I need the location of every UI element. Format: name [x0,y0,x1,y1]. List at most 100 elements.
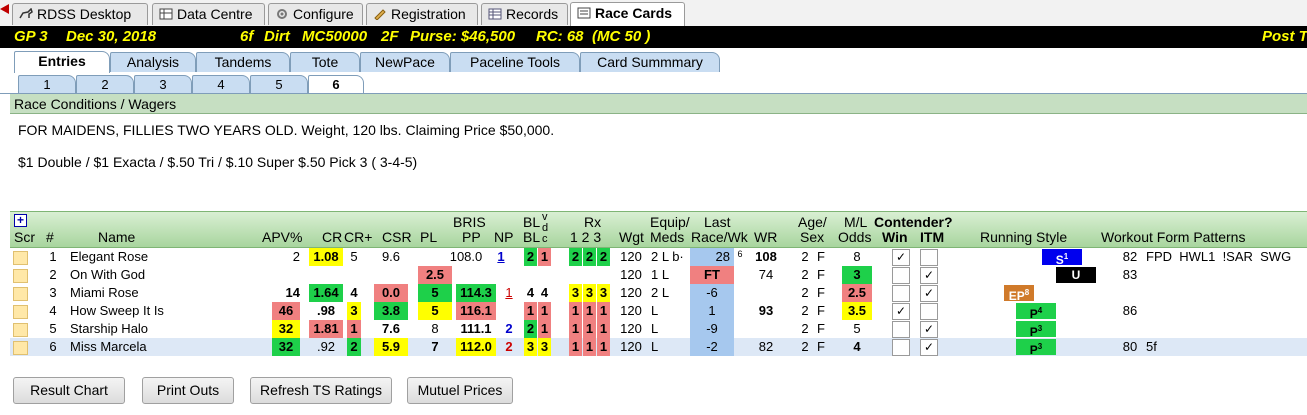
age: 2 [801,267,809,282]
cr: 1.81 [309,320,343,338]
apv: 14 [285,285,300,300]
col-np: NP [494,229,514,245]
win-checkbox[interactable] [892,321,910,338]
horse-name[interactable]: Miss Marcela [70,338,147,356]
post-number: 6 [49,339,57,354]
bl-2: 1 [538,248,551,266]
rx-2: 3 [583,284,596,302]
pl: 2.5 [418,266,452,284]
result-chart-button[interactable]: Result Chart [13,377,125,404]
csr: 9.6 [381,249,401,264]
itm-checkbox[interactable]: ✓ [920,321,938,338]
tab-records[interactable]: Records [481,3,568,25]
itm-checkbox[interactable]: ✓ [920,285,938,302]
table-row[interactable]: 4 How Sweep It Is 46 .98 3 3.8 5 116.1 1… [10,302,1307,321]
scratch-checkbox[interactable] [13,287,28,301]
wr: 108 [755,249,777,264]
tab-race-cards[interactable]: Race Cards [570,2,685,26]
itm-checkbox[interactable] [920,303,938,320]
tab-race-1[interactable]: 1 [18,75,76,93]
tab-tote[interactable]: Tote [290,52,360,72]
running-style-badge: S1 [1042,249,1082,267]
col-age: Age/ [798,214,827,230]
np[interactable]: 1 [502,284,516,302]
win-checkbox[interactable]: ✓ [892,249,910,266]
tab-rdss-desktop[interactable]: RDSS Desktop [12,3,148,25]
scratch-checkbox[interactable] [13,251,28,265]
cr: 1.64 [309,284,343,302]
ml-odds: 2.5 [842,284,872,302]
race-age-sex: 2F [381,28,399,45]
itm-checkbox[interactable] [920,249,938,266]
sex: F [817,321,825,336]
entries-grid-header: Scr # Name APV% CR CR+ CSR PL BRIS PP NP… [10,211,1307,248]
win-checkbox[interactable] [892,285,910,302]
tab-analysis[interactable]: Analysis [110,52,196,72]
tab-newpace[interactable]: NewPace [360,52,450,72]
col-scr: Scr [14,229,35,245]
crplus: 1 [347,320,361,338]
add-column-button[interactable]: + [14,214,27,227]
table-row[interactable]: 6 Miss Marcela 32 .92 2 5.9 7 112.0 2 3 … [10,338,1307,357]
itm-checkbox[interactable]: ✓ [920,339,938,356]
tab-card-summary[interactable]: Card Summmary [580,52,720,72]
running-style-badge: EP8 [1004,285,1034,303]
np: 2 [505,321,513,336]
np[interactable]: 1 [494,248,508,266]
col-apv: APV% [262,229,303,245]
race-purse: Purse: $46,500 [410,28,516,45]
csr: 0.0 [374,284,408,302]
crplus: 2 [347,338,361,356]
conditions-header: Race Conditions / Wagers [10,94,1307,114]
win-checkbox[interactable]: ✓ [892,303,910,320]
print-outs-button[interactable]: Print Outs [142,377,234,404]
win-checkbox[interactable] [892,339,910,356]
np: 2 [505,339,513,354]
tab-registration[interactable]: Registration [366,3,478,25]
tab-paceline-tools[interactable]: Paceline Tools [450,52,580,72]
tab-race-4[interactable]: 4 [192,75,250,93]
apv: 32 [272,338,300,356]
tab-race-6[interactable]: 6 [308,75,364,93]
rx-3: 1 [597,338,610,356]
horse-name[interactable]: Elegant Rose [70,248,148,266]
workout-figure: 80 [1122,339,1138,354]
horse-name[interactable]: Miami Rose [70,284,139,302]
refresh-ts-ratings-button[interactable]: Refresh TS Ratings [250,377,392,404]
scratch-checkbox[interactable] [13,323,28,337]
horse-name[interactable]: How Sweep It Is [70,302,164,320]
tab-configure[interactable]: Configure [268,3,363,25]
tab-tandems[interactable]: Tandems [196,52,290,72]
database-icon [159,5,173,20]
wr: 74 [758,267,774,282]
tab-race-2[interactable]: 2 [76,75,134,93]
workout-figure: 86 [1122,303,1138,318]
table-row[interactable]: 2 On With God 2.5 120 1 L FT 74 2 F 3 ✓ … [10,266,1307,284]
table-row[interactable]: 3 Miami Rose 14 1.64 4 0.0 5 114.3 1 4 4… [10,284,1307,303]
scratch-checkbox[interactable] [13,305,28,319]
rx-1: 3 [569,284,582,302]
bris-pp: 114.3 [456,284,496,302]
form-patterns: FPD HWL1 !SAR SWG [1146,249,1292,264]
apv: 2 [292,249,300,264]
table-row[interactable]: 5 Starship Halo 32 1.81 1 7.6 8 111.1 2 … [10,320,1307,339]
tab-data-centre[interactable]: Data Centre [152,3,265,25]
tab-race-5[interactable]: 5 [250,75,308,93]
win-checkbox[interactable] [892,267,910,284]
horse-name[interactable]: On With God [70,266,145,284]
col-rx-123: 1 2 3 [570,229,602,245]
registration-icon [373,5,387,21]
bl-2: 1 [538,302,551,320]
scratch-checkbox[interactable] [13,341,28,355]
horse-name[interactable]: Starship Halo [70,320,148,338]
post-time: Post T [1262,28,1307,45]
itm-checkbox[interactable]: ✓ [920,267,938,284]
tab-race-3[interactable]: 3 [134,75,192,93]
col-bl-1: BL [523,214,541,230]
mutuel-prices-button[interactable]: Mutuel Prices [407,377,513,404]
table-row[interactable]: 1 Elegant Rose 2 1.08 5 9.6 108.0 1 2 1 … [10,248,1307,267]
scratch-checkbox[interactable] [13,269,28,283]
back-arrow-icon[interactable] [0,4,9,14]
tab-entries[interactable]: Entries [14,51,110,73]
age: 2 [801,249,809,264]
